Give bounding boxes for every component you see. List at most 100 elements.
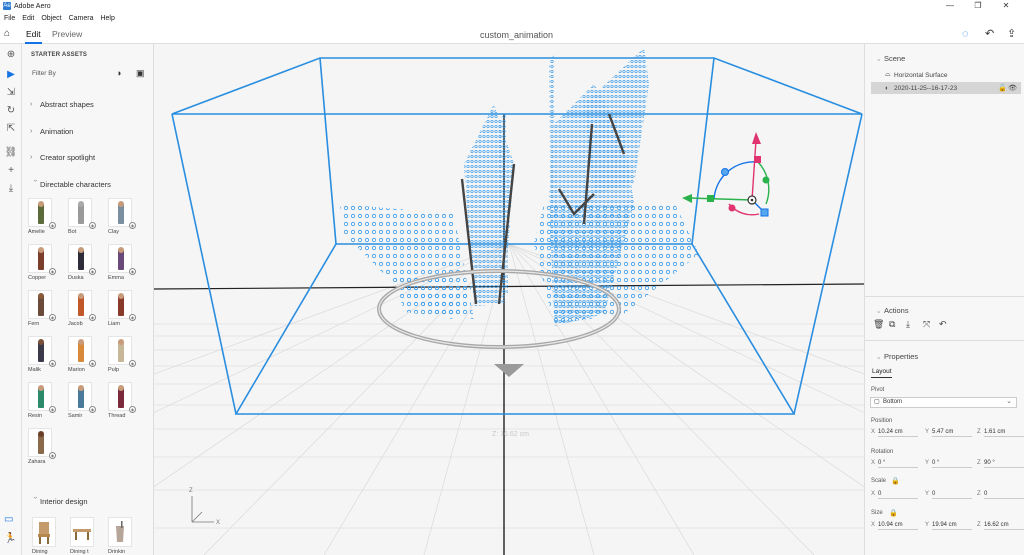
tab-edit[interactable]: Edit [26, 29, 41, 39]
scene-header[interactable]: › Scene [875, 54, 905, 63]
reset-icon[interactable]: ↶ [939, 319, 947, 330]
undo-icon[interactable]: ↶ [985, 28, 994, 40]
drop-to-ground-icon[interactable]: ⤓ [906, 319, 910, 330]
tab-preview[interactable]: Preview [52, 29, 82, 39]
character-fern[interactable]: ◈ Fern [28, 290, 56, 330]
character-marion[interactable]: ◈ Marion [68, 336, 96, 376]
filter-image-icon[interactable]: ▣ [136, 68, 146, 78]
dimension-hint: Z: 16.62 cm [492, 431, 529, 438]
interior-label: Drinkin [108, 549, 126, 555]
character-liam[interactable]: ◈ Liam [108, 290, 136, 330]
document-title[interactable]: custom_animation [480, 30, 553, 40]
character-bot[interactable]: ◈ Bot [68, 198, 96, 238]
properties-header[interactable]: › Properties [875, 352, 918, 361]
interior-dining-table[interactable] [70, 517, 94, 547]
bounding-box[interactable] [171, 57, 863, 415]
scale-x-field[interactable]: 0 [878, 490, 918, 499]
close-button[interactable]: ✕ [992, 0, 1020, 12]
active-tab-indicator [871, 377, 892, 378]
cup-icon [116, 521, 124, 542]
transform-gizmo[interactable] [682, 132, 770, 217]
rotation-y-field[interactable]: 0 ° [932, 459, 972, 468]
position-z-field[interactable]: 1.61 cm [984, 428, 1024, 437]
menu-help[interactable]: Help [100, 15, 114, 22]
gizmo-x-label: X [216, 520, 220, 526]
delete-icon[interactable]: 🗑 [873, 319, 884, 330]
app-logo-icon: Ae [3, 2, 11, 10]
drop-to-ground-icon[interactable]: ⤓ [4, 182, 18, 196]
interior-dining-chair[interactable] [32, 517, 56, 547]
right-panel: › Scene ⌓ Horizontal Surface ◐ 2020-11-25--… [864, 44, 1024, 555]
axis-z-label: Z [977, 522, 981, 528]
sync-icon[interactable]: ◌ [962, 28, 969, 40]
move-tool-icon[interactable]: ⇲ [4, 86, 18, 100]
character-malik[interactable]: ◈ Malik [28, 336, 56, 376]
duplicate-icon[interactable]: ⧉ [889, 319, 895, 330]
rotation-x-field[interactable]: 0 ° [878, 459, 918, 468]
character-clay[interactable]: ◈ Clay [108, 198, 136, 238]
scale-z-field[interactable]: 0 [984, 490, 1024, 499]
home-icon[interactable]: ⌂ [4, 29, 14, 39]
actions-header[interactable]: › Actions [875, 306, 909, 315]
viewport-canvas[interactable]: Z X Z: 16.62 cm [154, 44, 864, 555]
scene-item-selected-asset[interactable]: ◐ 2020-11-25--16-17-23 🔓 👁 [871, 82, 1021, 94]
axis-y-label: Y [925, 522, 930, 528]
interior-label: Dining t [70, 549, 89, 555]
maximize-button[interactable]: ❐ [964, 0, 992, 12]
interior-label: Dining [32, 549, 48, 555]
fit-icon[interactable]: ⤧ [923, 319, 930, 330]
character-amelie[interactable]: ◈ Amelie [28, 198, 56, 238]
character-thread[interactable]: ◈ Thread [108, 382, 136, 422]
category-directable-characters[interactable]: › Directable characters [30, 177, 145, 191]
link-tool-icon[interactable]: ⛓ [4, 146, 18, 160]
axis-y-label: Y [925, 429, 930, 435]
scale-lock-icon[interactable]: 🔒 [891, 477, 900, 485]
size-y-field[interactable]: 19.94 cm [932, 521, 972, 530]
add-asset-icon[interactable]: ⊕ [4, 48, 18, 62]
character-emma[interactable]: ◈ Emma [108, 244, 136, 284]
table-icon [73, 529, 91, 540]
scale-y-field[interactable]: 0 [932, 490, 972, 499]
lock-icon[interactable]: 🔓 [998, 84, 1007, 92]
character-samir[interactable]: ◈ Samir [68, 382, 96, 422]
menu-object[interactable]: Object [41, 15, 61, 22]
share-icon[interactable]: ⇪ [1007, 28, 1016, 40]
filter-3d-icon[interactable]: ◑ [116, 68, 126, 78]
select-tool-icon[interactable]: ▶ [4, 68, 18, 82]
tab-layout[interactable]: Layout [872, 368, 892, 375]
menu-edit[interactable]: Edit [22, 15, 34, 22]
category-abstract-shapes[interactable]: › Abstract shapes [30, 97, 145, 111]
surface-icon: ⌓ [885, 71, 891, 78]
menu-file[interactable]: File [4, 15, 15, 22]
rotation-z-field[interactable]: 90 ° [984, 459, 1024, 468]
size-x-field[interactable]: 10.94 cm [878, 521, 918, 530]
character-duska[interactable]: ◈ Duska [68, 244, 96, 284]
scale-tool-icon[interactable]: ⇱ [4, 122, 18, 136]
character-jacob[interactable]: ◈ Jacob [68, 290, 96, 330]
category-animation[interactable]: › Animation [30, 124, 145, 138]
rotation-label: Rotation [871, 449, 894, 455]
scene-item-horizontal-surface[interactable]: ⌓ Horizontal Surface [871, 69, 1021, 81]
visibility-eye-icon[interactable]: 👁 [1008, 84, 1017, 92]
character-zahara[interactable]: ◈ Zahara [28, 428, 56, 468]
menu-camera[interactable]: Camera [69, 15, 94, 22]
minimize-button[interactable]: — [936, 0, 964, 12]
add-anchor-icon[interactable]: + [4, 164, 18, 178]
character-copper[interactable]: ◈ Copper [28, 244, 56, 284]
3d-viewport[interactable]: Z X Z: 16.62 cm [154, 44, 864, 555]
point-cloud[interactable] [340, 48, 699, 326]
character-pulp[interactable]: ◈ Pulp [108, 336, 136, 376]
size-lock-icon[interactable]: 🔒 [889, 509, 898, 517]
layers-icon[interactable]: ▭ [4, 514, 13, 525]
interior-drinking-cup[interactable] [108, 517, 132, 547]
category-interior-design[interactable]: › Interior design [30, 494, 145, 508]
pivot-select[interactable]: ▢ Bottom [870, 397, 1017, 408]
position-y-field[interactable]: 5.47 cm [932, 428, 972, 437]
behavior-icon[interactable]: 🏃 [4, 533, 16, 544]
axis-x-label: X [871, 429, 876, 435]
rotate-tool-icon[interactable]: ↻ [4, 104, 18, 118]
position-x-field[interactable]: 10.24 cm [878, 428, 918, 437]
size-z-field[interactable]: 16.62 cm [984, 521, 1024, 530]
character-resin[interactable]: ◈ Resin [28, 382, 56, 422]
category-creator-spotlight[interactable]: › Creator spotlight [30, 150, 145, 164]
